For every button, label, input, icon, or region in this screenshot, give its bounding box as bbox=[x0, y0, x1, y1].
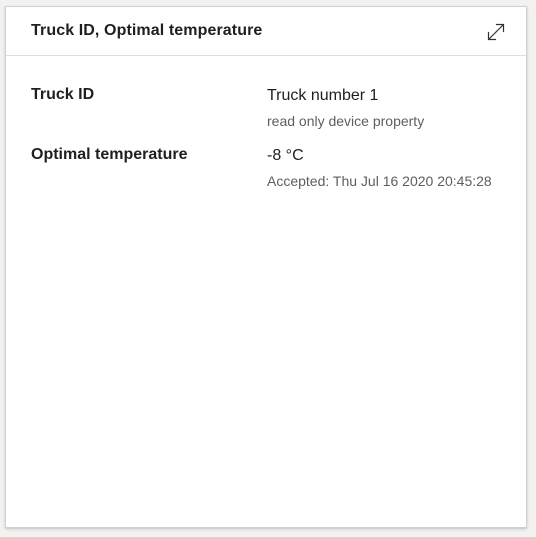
property-list: Truck ID Truck number 1 read only device… bbox=[31, 86, 506, 206]
property-status: read only device property bbox=[267, 113, 425, 129]
property-row-truck-id: Truck ID Truck number 1 read only device… bbox=[31, 86, 506, 146]
property-tile: Truck ID, Optimal temperature Truck ID T… bbox=[5, 6, 527, 528]
property-value: Truck number 1 bbox=[267, 87, 379, 104]
tile-title: Truck ID, Optimal temperature bbox=[31, 22, 263, 39]
property-value-block: -8 °C Accepted: Thu Jul 16 2020 20:45:28 bbox=[267, 146, 492, 190]
property-name: Truck ID bbox=[31, 86, 95, 103]
property-name: Optimal temperature bbox=[31, 146, 188, 163]
expand-button[interactable] bbox=[484, 20, 508, 44]
property-value-block: Truck number 1 read only device property bbox=[267, 86, 424, 130]
expand-icon bbox=[487, 23, 505, 41]
property-row-optimal-temperature: Optimal temperature -8 °C Accepted: Thu … bbox=[31, 146, 506, 206]
tile-header: Truck ID, Optimal temperature bbox=[6, 7, 526, 56]
property-value: -8 °C bbox=[267, 147, 304, 164]
property-status: Accepted: Thu Jul 16 2020 20:45:28 bbox=[267, 173, 492, 189]
